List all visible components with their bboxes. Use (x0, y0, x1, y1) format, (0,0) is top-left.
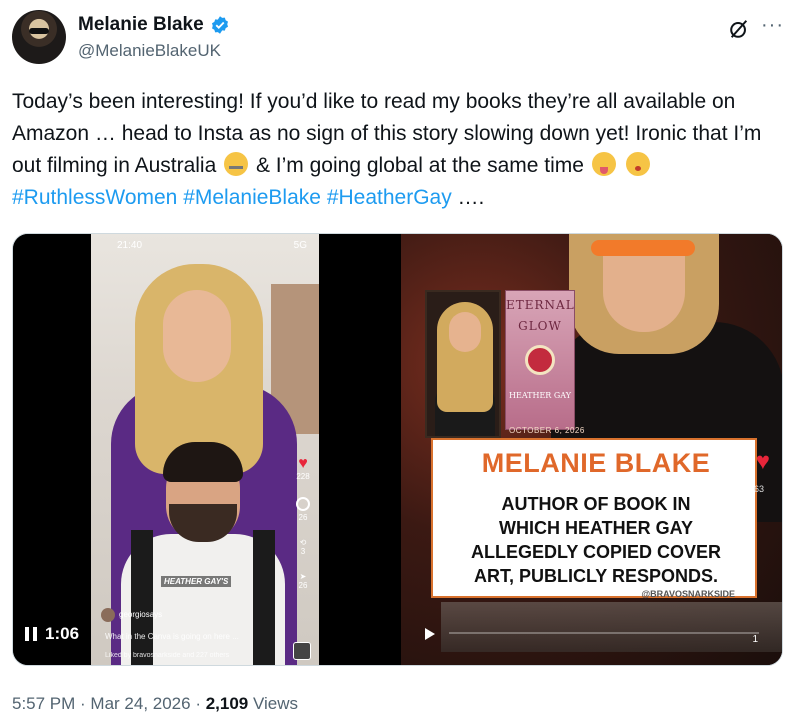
right-count-bottom: 1 (752, 634, 758, 645)
hashtag-melanieblake[interactable]: #MelanieBlake (183, 186, 321, 209)
display-name[interactable]: Melanie Blake (78, 14, 204, 36)
video-progress-bar[interactable] (449, 632, 759, 634)
video-frame: 21:40 5G HEATHER GAY'S ♥ 228 26 ⟲ 3 ➤ 26 ge… (91, 234, 319, 665)
book-title-2: GLOW (518, 319, 562, 333)
comment-count: 26 (298, 513, 308, 522)
zany-face-emoji (591, 152, 616, 176)
phone-signal: 5G (293, 240, 307, 251)
heart-icon: ♥ (298, 455, 308, 472)
book-lips-art (525, 345, 555, 375)
play-icon[interactable] (425, 628, 435, 640)
banner-line-1: AUTHOR OF BOOK IN (501, 494, 691, 514)
book-author: HEATHER GAY (509, 391, 571, 400)
hashtag-heathergay[interactable]: #HeatherGay (327, 186, 452, 209)
banner-line-2: WHICH HEATHER GAY (498, 518, 693, 538)
audio-thumb-icon (293, 642, 311, 660)
photo-card (425, 290, 501, 438)
media-grid: 21:40 5G HEATHER GAY'S ♥ 228 26 ⟲ 3 ➤ 26 ge… (12, 233, 783, 666)
banner-subtitle: AUTHOR OF BOOK IN WHICH HEATHER GAY ALLE… (441, 492, 751, 588)
grok-icon[interactable] (728, 18, 750, 40)
book-date: OCTOBER 6, 2026 (509, 426, 585, 435)
name-row: Melanie Blake (78, 14, 230, 36)
repost-count: 3 (300, 547, 306, 556)
verified-badge-icon (211, 16, 228, 34)
send-icon: ➤ (299, 572, 307, 581)
views-count: 2,109 (205, 694, 249, 713)
tweet-ellipsis: …. (451, 186, 485, 209)
right-like-count: 63 (753, 484, 764, 494)
video-user-avatar (101, 608, 115, 622)
hashtag-ruthlesswomen[interactable]: #RuthlessWomen (12, 186, 177, 209)
video-user-row: georgiosays (101, 608, 301, 622)
pause-icon[interactable] (25, 627, 37, 641)
banner-name: MELANIE BLAKE (481, 448, 711, 478)
repost-icon: ⟲ (299, 538, 307, 547)
video-controls: 1:06 (25, 624, 79, 644)
banner-line-3: ALLEGEDLY COPIED COVER (470, 542, 722, 562)
tweet-text: Today’s been interesting! If you’d like … (12, 86, 788, 214)
tweet-date[interactable]: Mar 24, 2026 (90, 694, 190, 713)
avatar[interactable] (12, 10, 66, 64)
video-username: georgiosays (119, 610, 163, 620)
share-count: 26 (298, 581, 308, 590)
comment-icon (296, 497, 310, 511)
zipper-mouth-emoji (224, 152, 249, 176)
tweet-header: Melanie Blake @MelanieBlakeUK ··· (12, 10, 788, 66)
tweet-time[interactable]: 5:57 PM (12, 694, 75, 713)
image-media[interactable]: ETERNAL GLOW HEATHER GAY OCTOBER 6, 2026… (401, 234, 782, 665)
phone-time: 21:40 (117, 240, 143, 251)
video-comment: What in the Canva is going on here ... (105, 632, 239, 641)
handle[interactable]: @MelanieBlakeUK (78, 41, 221, 61)
banner-line-4: ART, PUBLICLY RESPONDS. (473, 566, 719, 586)
video-media[interactable]: 21:40 5G HEATHER GAY'S ♥ 228 26 ⟲ 3 ➤ 26 ge… (13, 234, 397, 665)
video-caption-tag: HEATHER GAY'S (161, 576, 232, 587)
sunglasses (591, 240, 695, 256)
heart-icon: ♥ (755, 448, 770, 475)
like-count: 228 (296, 472, 310, 481)
video-timestamp: 1:06 (45, 624, 80, 643)
views-label: Views (253, 694, 299, 713)
kissing-face-emoji (625, 152, 650, 176)
tweet-footer: 5:57 PM · Mar 24, 2026 · 2,109 Views (12, 694, 299, 713)
book-cover: ETERNAL GLOW HEATHER GAY (505, 290, 575, 430)
phone-status-bar: 21:40 5G (91, 240, 319, 254)
video-side-actions: ♥ 228 26 ⟲ 3 ➤ 26 (293, 456, 313, 606)
book-title-1: ETERNAL (506, 298, 575, 312)
banner-credit: @BRAVOSNARKSIDE (641, 589, 735, 599)
more-icon[interactable]: ··· (761, 15, 784, 35)
tweet-text-part-2: & I’m going global at the same time (250, 154, 590, 177)
video-liked-by: Liked by bravosnarkside and 227 others (105, 652, 230, 659)
headline-banner: MELANIE BLAKE AUTHOR OF BOOK IN WHICH HE… (431, 438, 757, 599)
